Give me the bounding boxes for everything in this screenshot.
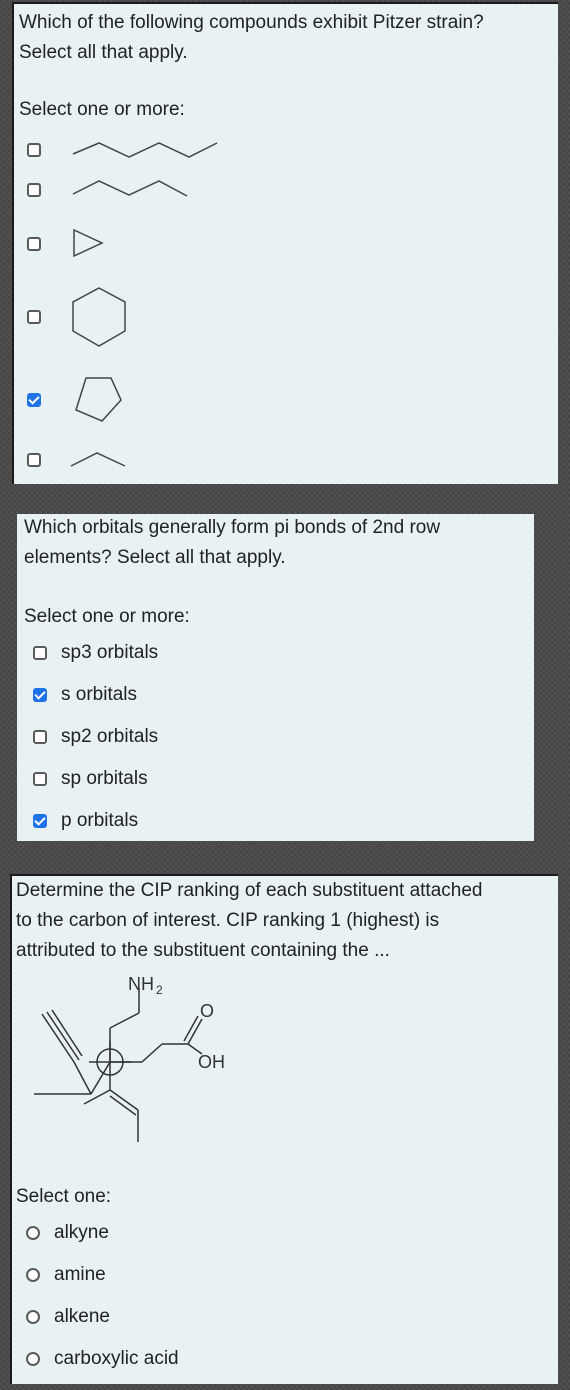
option-alkyne[interactable]: alkyne (26, 1218, 109, 1248)
cyclopentane-structure (75, 377, 122, 422)
select-prompt: Select one or more: (19, 99, 185, 120)
oh-label: OH (198, 1052, 225, 1072)
option-label: p orbitals (61, 810, 139, 831)
molecule-structure: NH 2 O OH (34, 974, 225, 1142)
option-cyclohexane[interactable] (27, 285, 133, 349)
question-card-pi-bonds: Which orbitals generally form pi bonds o… (17, 514, 534, 841)
checkbox[interactable] (27, 453, 41, 467)
question-text: Determine the CIP ranking of each substi… (16, 880, 483, 901)
question-card-pitzer: Which of the following compounds exhibit… (12, 2, 558, 484)
option-pentane[interactable] (27, 178, 191, 202)
checkbox[interactable] (33, 646, 47, 660)
option-sp3-orbitals[interactable]: sp3 orbitals (33, 638, 158, 668)
question-card-cip-ranking: Determine the CIP ranking of each substi… (10, 874, 558, 1384)
option-sp-orbitals[interactable]: sp orbitals (33, 764, 148, 794)
radio-button[interactable] (26, 1310, 40, 1324)
hexane-structure (72, 142, 218, 158)
option-cyclopropane[interactable] (27, 227, 111, 261)
cyclohexane-structure (72, 287, 126, 347)
carbonyl-o-label: O (200, 1001, 214, 1021)
radio-button[interactable] (26, 1268, 40, 1282)
option-p-orbitals[interactable]: p orbitals (33, 806, 138, 836)
question-text: Which of the following compounds exhibit… (19, 12, 484, 33)
nh2-subscript: 2 (156, 983, 163, 997)
option-alkene[interactable]: alkene (26, 1302, 110, 1332)
option-s-orbitals[interactable]: s orbitals (33, 680, 137, 710)
checkbox[interactable] (27, 310, 41, 324)
checkbox[interactable] (33, 688, 47, 702)
option-label: alkyne (54, 1222, 109, 1243)
option-amine[interactable]: amine (26, 1260, 106, 1290)
pentane-structure (72, 180, 188, 197)
option-label: alkene (54, 1306, 110, 1327)
option-sp2-orbitals[interactable]: sp2 orbitals (33, 722, 158, 752)
question-text: elements? Select all that apply. (24, 547, 286, 568)
question-text: to the carbon of interest. CIP ranking 1… (16, 910, 440, 931)
nh2-label: NH (128, 974, 154, 994)
question-text: attributed to the substituent containing… (16, 940, 390, 961)
propane-structure (70, 452, 126, 467)
option-cyclopentane[interactable] (27, 374, 129, 426)
checkbox[interactable] (27, 143, 41, 157)
checkbox[interactable] (27, 237, 41, 251)
option-carboxylic-acid[interactable]: carboxylic acid (26, 1344, 179, 1374)
option-hexane[interactable] (27, 138, 221, 162)
option-label: sp2 orbitals (61, 726, 159, 747)
select-prompt: Select one or more: (24, 606, 190, 627)
question-text: Select all that apply. (19, 42, 188, 63)
checkbox[interactable] (33, 730, 47, 744)
cyclopropane-structure (73, 228, 104, 258)
checkbox[interactable] (27, 393, 41, 407)
option-label: sp3 orbitals (61, 642, 159, 663)
option-label: amine (54, 1264, 106, 1285)
checkbox[interactable] (33, 814, 47, 828)
radio-button[interactable] (26, 1352, 40, 1366)
select-prompt: Select one: (16, 1186, 112, 1207)
option-label: carboxylic acid (54, 1348, 179, 1369)
option-propane[interactable] (27, 450, 133, 470)
question-text: Which orbitals generally form pi bonds o… (24, 517, 441, 538)
option-label: sp orbitals (61, 768, 148, 789)
radio-button[interactable] (26, 1226, 40, 1240)
option-label: s orbitals (61, 684, 138, 705)
checkbox[interactable] (27, 183, 41, 197)
checkbox[interactable] (33, 772, 47, 786)
